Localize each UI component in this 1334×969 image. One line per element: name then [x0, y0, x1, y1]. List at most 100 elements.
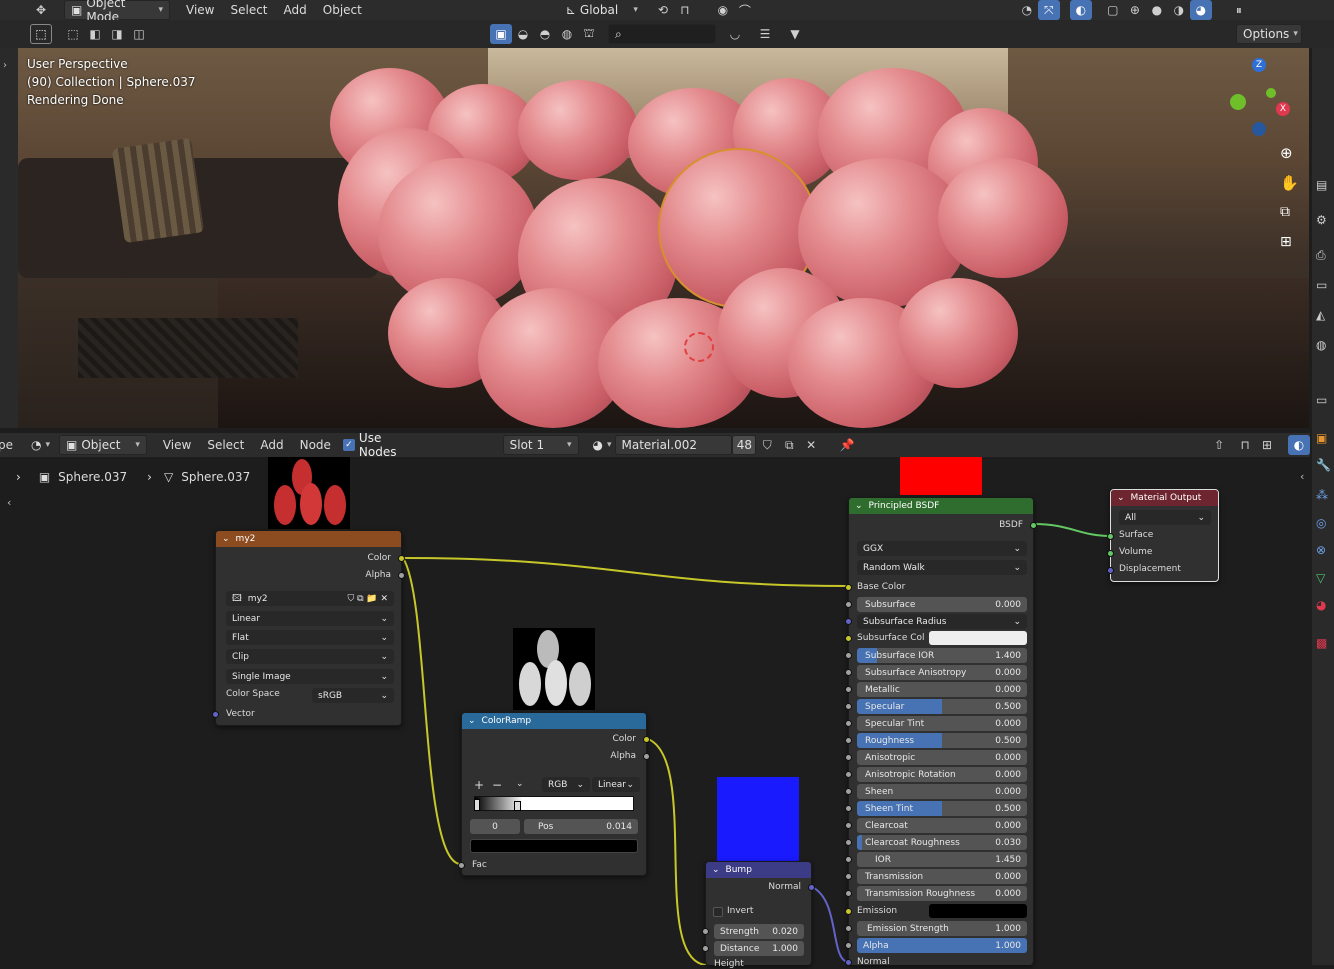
- ramp-stop-handle-icon[interactable]: [514, 801, 521, 811]
- alpha-field[interactable]: Alpha 1.000: [857, 938, 1027, 953]
- overlay-icon[interactable]: ◐: [1288, 435, 1310, 455]
- colorramp-node[interactable]: ⌄ ColorRamp Color Alpha + − ⌄ RGB ⌄ Linea…: [458, 712, 650, 876]
- select-new-icon[interactable]: ⬚: [62, 24, 84, 44]
- fake-user-shield-icon[interactable]: ⛉: [756, 435, 778, 455]
- material-tab-icon[interactable]: ◕: [1316, 598, 1326, 612]
- input-base-color-socket[interactable]: [845, 584, 852, 591]
- ramp-stop-handle-icon[interactable]: [474, 799, 480, 811]
- subsurface-method-dropdown[interactable]: Random Walk ⌄: [857, 560, 1027, 575]
- ramp-menu-chevron-icon[interactable]: ⌄: [516, 779, 524, 789]
- y-axis-icon[interactable]: [1230, 94, 1246, 110]
- visibility-icon[interactable]: ◔: [1016, 0, 1038, 20]
- navigation-gizmo[interactable]: Z X: [1220, 58, 1296, 138]
- use-nodes-checkbox[interactable]: ✓: [342, 439, 355, 451]
- select-intersect-icon[interactable]: ◫: [128, 24, 150, 44]
- input-distance-socket[interactable]: [702, 945, 709, 952]
- input-displacement-socket[interactable]: [1107, 567, 1114, 574]
- param-input-socket[interactable]: [845, 669, 852, 676]
- node-menu-node[interactable]: Node: [292, 438, 339, 452]
- principled-bsdf-node[interactable]: ⌄ Principled BSDF BSDF GGX ⌄ Random Walk ⌄…: [845, 497, 1037, 967]
- snap-icon[interactable]: ⊓: [1234, 435, 1256, 455]
- bump-node-header[interactable]: ⌄ Bump: [706, 862, 811, 878]
- physics-tab-icon[interactable]: ◎: [1316, 516, 1326, 530]
- collapse-chevron-icon[interactable]: ⌄: [712, 865, 720, 875]
- output-bsdf-socket[interactable]: [1030, 522, 1037, 529]
- param-input-socket[interactable]: [845, 822, 852, 829]
- param-input-socket[interactable]: [845, 771, 852, 778]
- right-panel-toggle-icon[interactable]: ‹: [1300, 470, 1304, 483]
- node-menu-select[interactable]: Select: [199, 438, 252, 452]
- camera-view-icon[interactable]: ⧉: [1280, 204, 1290, 220]
- outliner-filter-icon[interactable]: ☰: [754, 24, 776, 44]
- proportional-edit-icon[interactable]: ◉: [712, 0, 734, 20]
- distribution-dropdown[interactable]: GGX ⌄: [857, 541, 1027, 556]
- object-mode-dropdown[interactable]: ▣ Object Mode ▾: [64, 0, 170, 24]
- xray-icon[interactable]: ▢: [1102, 0, 1124, 20]
- emission-color-swatch[interactable]: [929, 904, 1027, 918]
- menu-select[interactable]: Select: [222, 3, 275, 17]
- z-axis-icon[interactable]: Z: [1252, 58, 1266, 72]
- overlay-icon[interactable]: ◐: [1069, 0, 1092, 20]
- input-volume-socket[interactable]: [1107, 550, 1114, 557]
- world-icon[interactable]: ◍: [556, 24, 578, 44]
- snap-element-icon[interactable]: ⊞: [1256, 435, 1278, 455]
- y-axis-positive-icon[interactable]: [1266, 88, 1276, 98]
- param-input-socket[interactable]: [845, 805, 852, 812]
- gizmo-rotate-icon[interactable]: ◒: [512, 24, 534, 44]
- rendered-shading-icon[interactable]: ◕: [1189, 0, 1212, 20]
- viewport-search[interactable]: ⌕: [608, 24, 716, 44]
- material-shading-icon[interactable]: ◑: [1168, 0, 1190, 20]
- select-tool-icon[interactable]: ⬚: [30, 24, 52, 44]
- color-ramp-bar[interactable]: [474, 796, 634, 811]
- stop-color-swatch[interactable]: [470, 839, 638, 853]
- param-input-socket[interactable]: [845, 737, 852, 744]
- menu-object[interactable]: Object: [315, 3, 370, 17]
- stop-index-field[interactable]: 0: [470, 819, 520, 834]
- output-normal-socket[interactable]: [808, 884, 815, 891]
- filter-icon[interactable]: ▼: [784, 24, 806, 44]
- emission-strength-field[interactable]: Emission Strength 1.000: [857, 921, 1027, 936]
- input-subsurface-color-socket[interactable]: [845, 635, 852, 642]
- tool-tab-icon[interactable]: ▤: [1316, 178, 1327, 192]
- pivot-icon[interactable]: ⟲: [652, 0, 674, 20]
- menu-add[interactable]: Add: [276, 3, 315, 17]
- image-actions-icons[interactable]: ⛉ ⧉ 📁 ✕: [347, 594, 388, 604]
- material-users-count[interactable]: 48: [732, 435, 757, 455]
- collapse-chevron-icon[interactable]: ⌄: [1117, 493, 1125, 503]
- select-subtract-icon[interactable]: ◨: [106, 24, 128, 44]
- material-name-field[interactable]: Material.002: [614, 435, 733, 455]
- extension-dropdown[interactable]: Clip ⌄: [226, 649, 394, 664]
- pin-icon[interactable]: 📌: [836, 435, 858, 455]
- bsdf-param-field[interactable]: IOR 1.450: [857, 852, 1027, 867]
- subsurface-color-swatch[interactable]: [929, 631, 1027, 645]
- data-tab-icon[interactable]: ▽: [1316, 571, 1325, 585]
- ramp-interpolation-dropdown[interactable]: Linear ⌄: [592, 777, 640, 792]
- interpolation-dropdown[interactable]: Linear ⌄: [226, 611, 394, 626]
- bsdf-param-field[interactable]: Clearcoat 0.000: [857, 818, 1027, 833]
- snap-icon[interactable]: ⊓: [674, 0, 696, 20]
- param-input-socket[interactable]: [845, 873, 852, 880]
- bump-node[interactable]: ⌄ Bump Normal Invert Strength 0.020 Dist…: [702, 861, 815, 969]
- bsdf-param-field[interactable]: Subsurface Anisotropy 0.000: [857, 665, 1027, 680]
- remove-stop-button[interactable]: −: [492, 778, 502, 792]
- param-input-socket[interactable]: [845, 601, 852, 608]
- source-dropdown[interactable]: Single Image ⌄: [226, 669, 394, 684]
- color-space-dropdown[interactable]: sRGB ⌄: [312, 688, 394, 703]
- material-browse-button[interactable]: ◕ ▾: [587, 435, 615, 455]
- param-input-socket[interactable]: [845, 720, 852, 727]
- view-layer-tab-icon[interactable]: ▭: [1316, 278, 1327, 292]
- pan-hand-icon[interactable]: ✋: [1280, 174, 1299, 192]
- duplicate-material-icon[interactable]: ⧉: [778, 435, 800, 455]
- input-alpha-socket[interactable]: [845, 942, 852, 949]
- bsdf-param-field[interactable]: Transmission Roughness 0.000: [857, 886, 1027, 901]
- param-input-socket[interactable]: [845, 839, 852, 846]
- param-input-socket[interactable]: [845, 703, 852, 710]
- input-surface-socket[interactable]: [1107, 533, 1114, 540]
- node-menu-add[interactable]: Add: [252, 438, 291, 452]
- falloff-icon[interactable]: ⌒: [734, 0, 756, 20]
- subsurface-radius-dropdown[interactable]: Subsurface Radius ⌄: [857, 614, 1027, 629]
- output-target-dropdown[interactable]: All ⌄: [1119, 510, 1211, 525]
- shader-type-dropdown[interactable]: ▣ Object ▾: [59, 435, 147, 455]
- x-axis-icon[interactable]: X: [1276, 102, 1290, 116]
- editor-type-dropdown[interactable]: ◔ ▾: [25, 435, 55, 455]
